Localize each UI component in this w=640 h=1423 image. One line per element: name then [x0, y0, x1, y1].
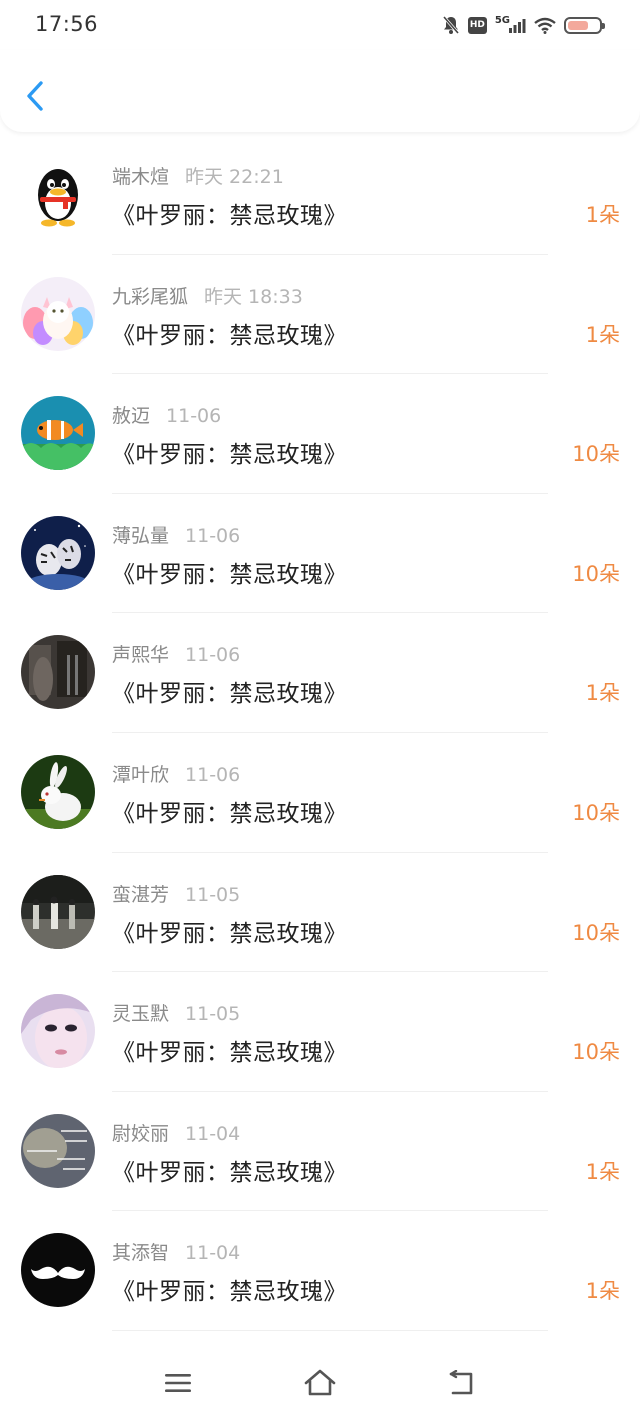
user-name[interactable]: 尉姣丽 [112, 1123, 169, 1145]
book-title[interactable]: 《叶罗丽：禁忌玫瑰》 [112, 1033, 347, 1067]
book-title[interactable]: 《叶罗丽：禁忌玫瑰》 [112, 316, 347, 350]
user-name[interactable]: 灵玉默 [112, 1003, 169, 1025]
gift-meta: 潭叶欣 11-06 [112, 760, 240, 787]
mute-bell-icon [442, 15, 460, 35]
system-back-button[interactable] [442, 1366, 482, 1400]
book-title[interactable]: 《叶罗丽：禁忌玫瑰》 [112, 435, 347, 469]
network-label: 5G [494, 14, 510, 26]
gift-meta: 赦迈 11-06 [112, 401, 221, 428]
gift-meta: 灵玉默 11-05 [112, 999, 240, 1026]
book-title[interactable]: 《叶罗丽：禁忌玫瑰》 [112, 1153, 347, 1187]
back-button[interactable] [20, 78, 50, 114]
book-title[interactable]: 《叶罗丽：禁忌玫瑰》 [112, 914, 347, 948]
row-divider [112, 1329, 548, 1331]
user-name[interactable]: 蛮湛芳 [112, 884, 169, 906]
gift-meta: 薄弘量 11-06 [112, 521, 240, 548]
book-title[interactable]: 《叶罗丽：禁忌玫瑰》 [112, 555, 347, 589]
gift-meta: 端木煊 昨天 22:21 [112, 162, 284, 189]
nav-header [0, 50, 640, 132]
user-avatar[interactable] [21, 157, 95, 231]
gift-amount: 1朵 [585, 681, 620, 706]
gift-time: 11-04 [185, 1242, 241, 1265]
user-name[interactable]: 端木煊 [112, 166, 169, 188]
gift-list-item[interactable]: 声熙华 11-06 《叶罗丽：禁忌玫瑰》 1朵 [0, 613, 640, 733]
gift-amount: 10朵 [572, 920, 620, 945]
user-avatar[interactable] [21, 276, 95, 351]
user-avatar[interactable] [21, 994, 95, 1069]
status-time: 17:56 [35, 12, 99, 36]
gift-meta: 其添智 11-04 [112, 1238, 240, 1265]
user-avatar[interactable] [21, 754, 95, 829]
gift-time: 11-05 [185, 883, 241, 906]
gift-list-item[interactable]: 潭叶欣 11-06 《叶罗丽：禁忌玫瑰》 10朵 [0, 733, 640, 853]
menu-icon [165, 1374, 191, 1392]
gift-time: 11-05 [185, 1003, 241, 1026]
book-title[interactable]: 《叶罗丽：禁忌玫瑰》 [112, 794, 347, 828]
user-name[interactable]: 声熙华 [112, 644, 169, 666]
gift-list: 端木煊 昨天 22:21 《叶罗丽：禁忌玫瑰》 1朵 九彩尾狐 昨天 18:33 《叶罗丽：… [0, 135, 640, 1331]
wifi-icon [534, 17, 556, 34]
gift-list-item[interactable]: 尉姣丽 11-04 《叶罗丽：禁忌玫瑰》 1朵 [0, 1092, 640, 1212]
gift-list-item[interactable]: 薄弘量 11-06 《叶罗丽：禁忌玫瑰》 10朵 [0, 494, 640, 614]
gift-time: 昨天 18:33 [204, 285, 303, 308]
hd-badge: HD [467, 16, 487, 34]
gift-amount: 10朵 [572, 1040, 620, 1065]
user-name[interactable]: 薄弘量 [112, 525, 169, 547]
gift-list-item[interactable]: 蛮湛芳 11-05 《叶罗丽：禁忌玫瑰》 10朵 [0, 853, 640, 973]
gift-time: 11-06 [185, 763, 241, 786]
status-bar: 17:56 HD 5G [0, 0, 640, 50]
gift-time: 昨天 22:21 [185, 166, 284, 188]
signal-icon: 5G [494, 14, 526, 33]
gift-list-item[interactable]: 其添智 11-04 《叶罗丽：禁忌玫瑰》 1朵 [0, 1211, 640, 1331]
gift-meta: 蛮湛芳 11-05 [112, 880, 240, 907]
user-name[interactable]: 赦迈 [112, 405, 150, 427]
book-title[interactable]: 《叶罗丽：禁忌玫瑰》 [112, 1272, 347, 1306]
user-avatar[interactable] [21, 635, 95, 710]
gift-amount: 10朵 [572, 561, 620, 586]
user-avatar[interactable] [21, 1113, 95, 1188]
gift-amount: 1朵 [585, 1279, 620, 1304]
user-avatar[interactable] [21, 1233, 95, 1308]
menu-button[interactable] [158, 1366, 198, 1400]
gift-amount: 10朵 [572, 800, 620, 825]
gift-meta: 尉姣丽 11-04 [112, 1119, 240, 1146]
battery-icon [564, 16, 605, 34]
gift-list-item[interactable]: 灵玉默 11-05 《叶罗丽：禁忌玫瑰》 10朵 [0, 972, 640, 1092]
gift-time: 11-06 [185, 524, 241, 547]
gift-time: 11-04 [185, 1122, 241, 1145]
gift-amount: 10朵 [572, 442, 620, 467]
gift-amount: 1朵 [585, 1159, 620, 1184]
book-title[interactable]: 《叶罗丽：禁忌玫瑰》 [112, 674, 347, 708]
status-icons: HD 5G [442, 14, 605, 36]
gift-time: 11-06 [185, 644, 241, 667]
gift-meta: 九彩尾狐 昨天 18:33 [112, 282, 303, 309]
user-avatar[interactable] [21, 396, 95, 471]
home-button[interactable] [300, 1366, 340, 1400]
user-avatar[interactable] [21, 874, 95, 949]
gift-meta: 声熙华 11-06 [112, 640, 240, 667]
book-title[interactable]: 《叶罗丽：禁忌玫瑰》 [112, 196, 347, 230]
gift-amount: 1朵 [585, 203, 620, 227]
system-nav-bar [0, 1338, 640, 1423]
gift-list-item[interactable]: 九彩尾狐 昨天 18:33 《叶罗丽：禁忌玫瑰》 1朵 [0, 255, 640, 375]
back-icon [449, 1370, 473, 1395]
user-name[interactable]: 潭叶欣 [112, 764, 169, 786]
home-icon [304, 1369, 336, 1396]
gift-time: 11-06 [166, 405, 222, 428]
chevron-left-icon [27, 81, 43, 111]
gift-amount: 1朵 [585, 322, 620, 347]
gift-list-item[interactable]: 赦迈 11-06 《叶罗丽：禁忌玫瑰》 10朵 [0, 374, 640, 494]
gift-list-item[interactable]: 端木煊 昨天 22:21 《叶罗丽：禁忌玫瑰》 1朵 [0, 135, 640, 255]
user-name[interactable]: 其添智 [112, 1242, 169, 1264]
user-avatar[interactable] [21, 515, 95, 590]
user-name[interactable]: 九彩尾狐 [112, 286, 188, 308]
